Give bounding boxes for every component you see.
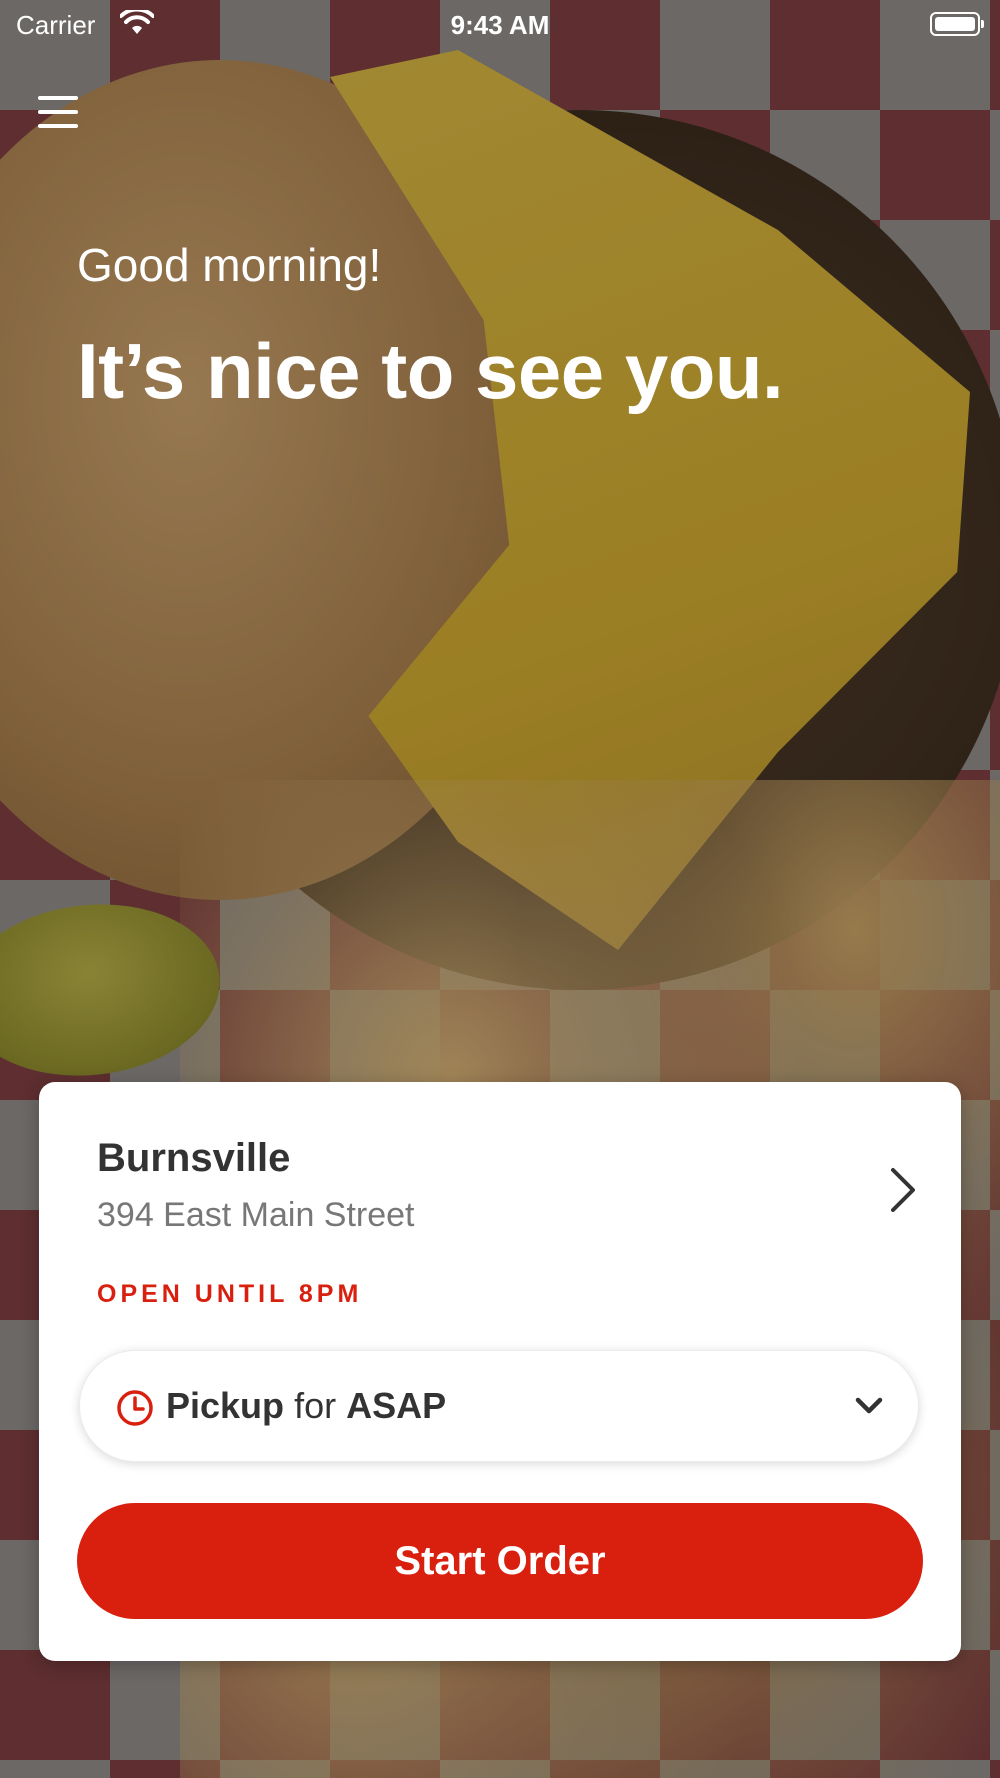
store-hours-status: OPEN UNTIL 8PM xyxy=(97,1280,363,1308)
location-address: 394 East Main Street xyxy=(97,1196,415,1234)
clock-time: 9:43 AM xyxy=(450,10,550,40)
battery-icon xyxy=(930,12,984,36)
hamburger-menu-icon[interactable] xyxy=(38,94,78,130)
location-card: Burnsville 394 East Main Street OPEN UNT… xyxy=(39,1082,961,1661)
clock-icon xyxy=(117,1390,153,1426)
location-name: Burnsville xyxy=(97,1136,291,1180)
location-selector[interactable]: Burnsville 394 East Main Street xyxy=(97,1136,917,1266)
page-headline: It’s nice to see you. xyxy=(77,327,784,415)
order-mode-time: ASAP xyxy=(346,1385,447,1426)
order-mode-type: Pickup xyxy=(166,1385,285,1426)
chevron-down-icon xyxy=(855,1397,883,1414)
order-mode-dropdown[interactable]: Pickup for ASAP xyxy=(79,1350,919,1462)
start-order-button[interactable]: Start Order xyxy=(77,1503,923,1619)
order-mode-label: Pickup for ASAP xyxy=(166,1385,446,1427)
greeting-text: Good morning! xyxy=(77,239,382,291)
order-mode-connector: for xyxy=(294,1385,337,1426)
status-bar: Carrier 9:43 AM xyxy=(0,0,1000,50)
chevron-right-icon xyxy=(891,1168,915,1212)
